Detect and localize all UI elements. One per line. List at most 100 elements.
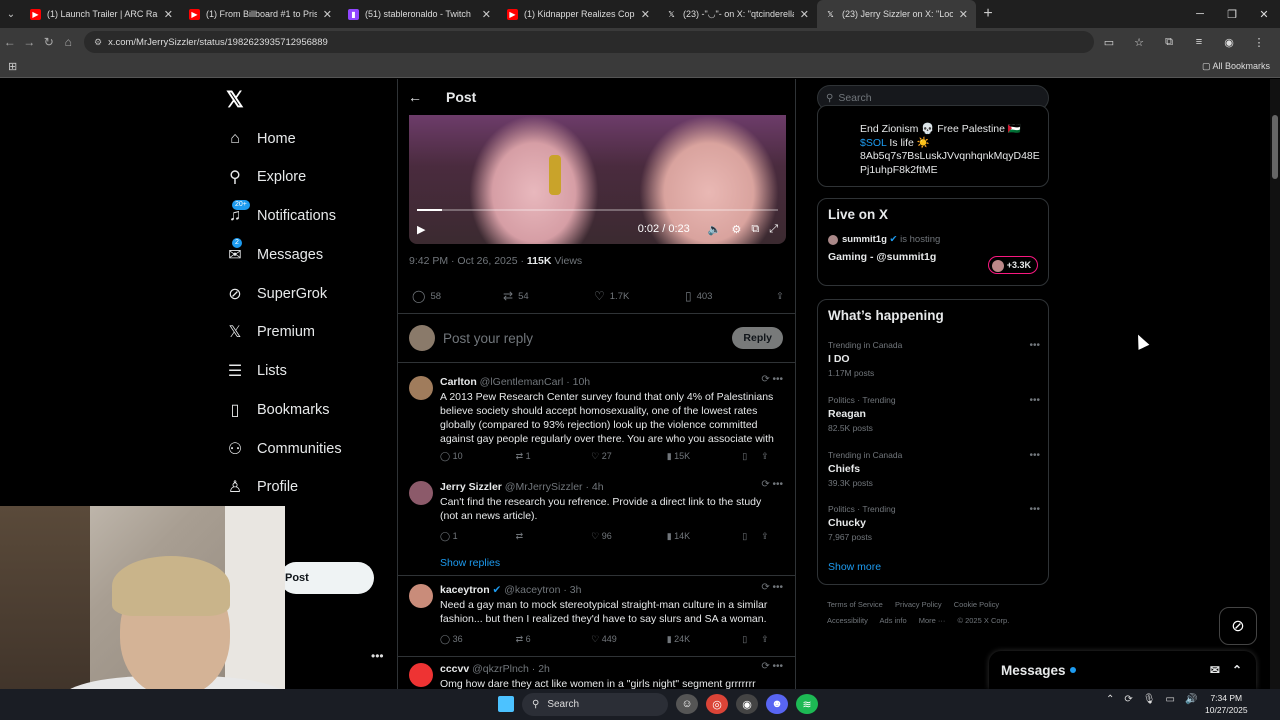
footer-link[interactable]: Privacy Policy (895, 600, 942, 609)
footer-link[interactable]: Terms of Service (827, 600, 883, 609)
grok-icon[interactable]: ⊘ (1219, 607, 1257, 645)
close-tab-icon[interactable]: ✕ (641, 8, 650, 21)
reply-replies[interactable]: ◯ 36 (440, 634, 516, 645)
reload-icon[interactable]: ↻ (39, 35, 59, 49)
nav-communities[interactable]: ⚇ Communities (226, 434, 342, 464)
new-tab-button[interactable]: + (976, 5, 1000, 23)
repost-action[interactable]: ⇄ 54 (503, 289, 594, 303)
close-tab-icon[interactable]: ✕ (800, 8, 809, 21)
volume-icon[interactable]: 🔊 (1185, 694, 1197, 705)
bookmark-icon[interactable]: ▯ (742, 451, 761, 462)
nav-lists[interactable]: ☰ Lists (226, 356, 287, 386)
browser-tab-1[interactable]: ▶ (1) Launch Trailer | ARC Raiders ✕ (22, 0, 181, 28)
reply-likes[interactable]: ♡ 449 (591, 634, 667, 645)
reply-views[interactable]: ▮ 24K (667, 634, 743, 645)
pip-icon[interactable]: ⧉ (751, 223, 759, 236)
discord-icon[interactable]: ☻ (766, 694, 788, 714)
bookmark-icon[interactable]: ▯ (742, 634, 761, 645)
trend-item[interactable]: Trending in Canada I DO 1.17M posts ••• (828, 340, 1040, 378)
reading-list-icon[interactable]: ≡ (1184, 36, 1214, 49)
chrome-icon[interactable]: ◎ (706, 694, 728, 714)
more-icon[interactable]: ⟳ ••• (761, 374, 783, 385)
reply-author[interactable]: Jerry Sizzler (440, 481, 502, 493)
messages-drawer[interactable]: Messages ✉ ⌃ (989, 651, 1256, 689)
url-field[interactable]: ⚙ x.com/MrJerrySizzler/status/19826239357… (84, 31, 1094, 53)
apps-grid-icon[interactable]: ⊞ (8, 60, 17, 73)
avatar[interactable] (409, 663, 433, 687)
show-replies-link[interactable]: Show replies (440, 557, 500, 569)
more-icon[interactable]: ••• (1029, 450, 1040, 461)
settings-icon[interactable]: ⚙ (731, 223, 741, 236)
mic-icon[interactable]: 🎙 (1143, 694, 1156, 705)
chevron-up-icon[interactable]: ⌃ (1232, 663, 1242, 677)
video-player[interactable]: ▶ 0:02 / 0:23 🔈 ⚙ ⧉ ⤢ (409, 115, 786, 244)
avatar[interactable] (409, 481, 433, 505)
nav-bookmarks[interactable]: ▯ Bookmarks (226, 395, 330, 425)
reply-reposts[interactable]: ⇄ 1 (516, 451, 592, 462)
forward-icon[interactable]: → (20, 35, 40, 49)
share-icon[interactable]: ⇪ (776, 291, 784, 302)
nav-explore[interactable]: ⚲ Explore (226, 162, 306, 192)
extensions-icon[interactable]: ⧉ (1154, 36, 1184, 49)
menu-kebab-icon[interactable]: ⋮ (1244, 36, 1274, 49)
scrollbar-thumb[interactable] (1272, 115, 1278, 179)
home-browser-icon[interactable]: ⌂ (59, 35, 79, 49)
reply-reposts[interactable]: ⇄ (516, 531, 592, 542)
close-tab-icon[interactable]: ✕ (482, 8, 491, 21)
nav-premium[interactable]: 𝕏 Premium (226, 317, 315, 347)
nav-home[interactable]: ⌂ Home (226, 124, 296, 154)
reply-reposts[interactable]: ⇄ 6 (516, 634, 592, 645)
spotify-icon[interactable]: ≋ (796, 694, 818, 714)
network-icon[interactable]: ▭ (1165, 694, 1174, 705)
live-on-x-card[interactable]: Live on X summit1g ✔ is hosting Gaming -… (817, 198, 1049, 286)
reply-author[interactable]: cccvv (440, 663, 469, 675)
cast-icon[interactable]: ▭ (1094, 36, 1124, 49)
reply-replies[interactable]: ◯ 1 (440, 531, 516, 542)
windows-start-icon[interactable] (498, 696, 514, 712)
footer-link[interactable]: Cookie Policy (954, 600, 999, 609)
live-host-name[interactable]: summit1g (842, 234, 887, 245)
reply-author[interactable]: Carlton (440, 376, 477, 388)
browser-tab-2[interactable]: ▶ (1) From Billboard #1 to Prison ✕ (181, 0, 340, 28)
back-arrow-icon[interactable]: ← (408, 89, 422, 105)
page-scrollbar[interactable] (1270, 79, 1280, 689)
trend-item[interactable]: Trending in Canada Chiefs 39.3K posts ••… (828, 450, 1040, 488)
compose-message-icon[interactable]: ✉ (1210, 663, 1220, 677)
site-info-icon[interactable]: ⚙ (94, 37, 102, 48)
bookmark-action[interactable]: ▯ 403 (685, 289, 776, 303)
close-tab-icon[interactable]: ✕ (959, 8, 968, 21)
reply-input[interactable]: Post your reply (443, 331, 533, 346)
chevron-up-icon[interactable]: ⌃ (1106, 694, 1114, 705)
share-icon[interactable]: ⇪ (761, 451, 780, 462)
browser-tab-4[interactable]: ▶ (1) Kidnapper Realizes Cops Fo ✕ (499, 0, 658, 28)
restore-icon[interactable]: ❐ (1216, 0, 1248, 28)
bookmark-icon[interactable]: ▯ (742, 531, 761, 542)
cashtag-link[interactable]: $SOL (860, 137, 886, 149)
reply-likes[interactable]: ♡ 27 (591, 451, 667, 462)
profile-avatar-icon[interactable]: ◉ (1214, 36, 1244, 49)
account-menu-icon[interactable]: ••• (371, 649, 384, 663)
reply-views[interactable]: ▮ 14K (667, 531, 743, 542)
footer-link[interactable]: Accessibility (827, 616, 868, 625)
sync-icon[interactable]: ⟳ (1124, 694, 1132, 705)
x-logo-icon[interactable]: 𝕏 (226, 87, 244, 113)
reply-action[interactable]: ◯ 58 (412, 289, 503, 303)
footer-link[interactable]: Ads info (880, 616, 907, 625)
close-tab-icon[interactable]: ✕ (164, 8, 173, 21)
reply-views[interactable]: ▮ 15K (667, 451, 743, 462)
like-action[interactable]: ♡ 1.7K (594, 289, 685, 303)
more-icon[interactable]: ⟳ ••• (761, 582, 783, 593)
fullscreen-icon[interactable]: ⤢ (769, 223, 778, 236)
share-icon[interactable]: ⇪ (761, 531, 780, 542)
browser-tab-5[interactable]: 𝕏 (23) -"◡"- on X: "qtcinderella de ✕ (658, 0, 817, 28)
show-more-link[interactable]: Show more (828, 561, 881, 573)
post-button[interactable]: Post (280, 562, 374, 594)
browser-tab-6[interactable]: 𝕏 (23) Jerry Sizzler on X: "Look at ✕ (817, 0, 976, 28)
reply-author[interactable]: kaceytron (440, 584, 490, 596)
back-icon[interactable]: ← (0, 35, 20, 49)
taskbar-clock[interactable]: 7:34 PM 10/27/2025 (1205, 692, 1248, 716)
taskbar-search[interactable]: ⚲ Search (522, 693, 668, 716)
footer-link[interactable]: More ··· (919, 616, 946, 625)
nav-supergrok[interactable]: ⊘ SuperGrok (226, 279, 327, 309)
nav-profile[interactable]: ♙ Profile (226, 472, 298, 502)
